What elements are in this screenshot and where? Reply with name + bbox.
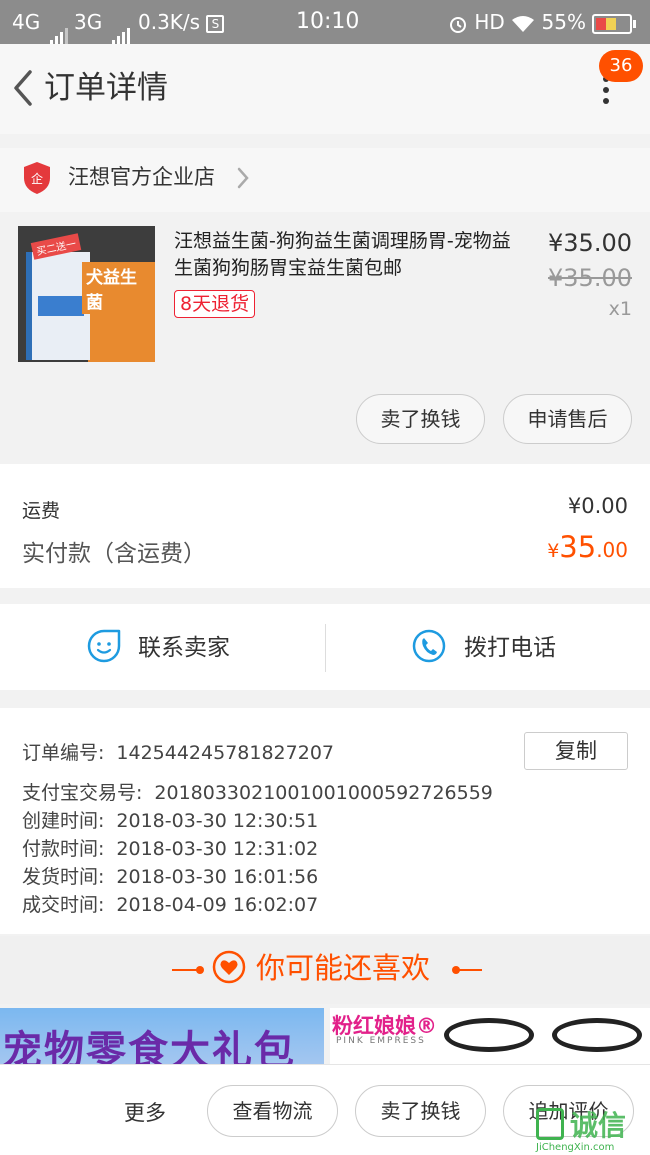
wifi-icon: [512, 15, 535, 32]
pet-snacks-text: 宠物零食大礼包: [2, 1028, 296, 1070]
necklace-image: [552, 1018, 642, 1052]
product-original-price: ¥35.00: [548, 264, 632, 292]
phone-icon: [412, 629, 446, 663]
status-bar: 4G 3G 0.3K/s S 10:10 HD 55%: [0, 0, 650, 46]
s-icon: S: [206, 14, 225, 33]
alipay-number-label: 支付宝交易号:: [22, 782, 143, 804]
chat-face-icon: [87, 629, 121, 663]
recommend-header: 你可能还喜欢: [0, 936, 650, 1004]
product-image[interactable]: 买二送一 犬益生菌: [18, 226, 155, 362]
product-price: ¥35.00: [548, 229, 632, 257]
paid-time-label: 付款时间:: [22, 838, 105, 860]
status-right: HD 55%: [448, 0, 637, 44]
alarm-icon: [450, 16, 466, 33]
paid-label: 实付款（含运费）: [22, 541, 206, 567]
hd-text: HD: [474, 10, 505, 34]
paid-amount: ¥35.00: [547, 530, 628, 564]
order-number-label: 订单编号:: [22, 742, 105, 764]
sell-for-cash-button[interactable]: 卖了换钱: [356, 394, 485, 444]
view-logistics-button[interactable]: 查看物流: [207, 1085, 338, 1137]
recommend-title: 你可能还喜欢: [256, 951, 431, 985]
back-arrow-icon[interactable]: [10, 68, 38, 108]
watermark: 诚信 JiChengXin.com: [530, 1100, 650, 1155]
product-image-label: 犬益生菌: [82, 262, 155, 314]
net-speed-text: 0.3K/s: [138, 10, 201, 34]
created-time-label: 创建时间:: [22, 810, 105, 832]
network-type-1: 4G: [12, 10, 41, 34]
notification-badge: 36: [599, 50, 643, 82]
product-name[interactable]: 汪想益生菌-狗狗益生菌调理肠胃-宠物益生菌狗狗肠胃宝益生菌包邮: [174, 228, 524, 282]
paid-currency: ¥: [547, 540, 560, 562]
brand-sub: PINK EMPRESS: [336, 1036, 426, 1046]
more-button[interactable]: 更多: [124, 1097, 166, 1127]
necklace-banner[interactable]: 粉红娘娘® PINK EMPRESS: [330, 1008, 650, 1070]
signal-4g: 4G: [12, 0, 70, 46]
call-button[interactable]: 拨打电话: [325, 604, 650, 690]
recommend-dot-left: [196, 966, 204, 974]
call-label: 拨打电话: [464, 635, 556, 661]
contact-seller-label: 联系卖家: [138, 635, 230, 661]
battery-icon: [592, 13, 637, 34]
page-title: 订单详情: [44, 70, 168, 106]
completed-time-value: 2018-04-09 16:02:07: [116, 894, 319, 916]
pet-snacks-banner[interactable]: 宠物零食大礼包: [0, 1008, 324, 1070]
fee-summary: 运费 ¥0.00 实付款（含运费） ¥35.00: [0, 464, 650, 588]
completed-time-label: 成交时间:: [22, 894, 105, 916]
product-card: 买二送一 犬益生菌 汪想益生菌-狗狗益生菌调理肠胃-宠物益生菌狗狗肠胃宝益生菌包…: [0, 214, 650, 462]
product-quantity: x1: [608, 298, 632, 320]
watermark-logo-icon: [536, 1108, 564, 1140]
page-header: 订单详情 36: [0, 44, 650, 134]
svg-text:企: 企: [31, 171, 43, 186]
watermark-text: 诚信: [570, 1109, 627, 1142]
shipped-time-row: 发货时间: 2018-03-30 16:01:56: [22, 862, 318, 889]
return-policy-tag: 8天退货: [174, 290, 256, 318]
created-time-value: 2018-03-30 12:30:51: [116, 810, 319, 832]
contact-seller-button[interactable]: 联系卖家: [0, 604, 325, 690]
copy-button[interactable]: 复制: [524, 732, 628, 770]
network-type-2: 3G: [74, 10, 103, 34]
paid-decimal: .00: [596, 538, 628, 562]
clock: 10:10: [296, 9, 360, 34]
signal-bars-icon: [49, 2, 70, 46]
after-sales-button[interactable]: 申请售后: [503, 394, 632, 444]
order-info: 订单编号: 142544245781827207 复制 支付宝交易号: 201803…: [0, 708, 650, 934]
paid-time-value: 2018-03-30 12:31:02: [116, 838, 319, 860]
paid-integer: 35: [559, 530, 597, 564]
net-speed: 0.3K/s S: [138, 0, 225, 44]
battery-percent: 55%: [541, 10, 586, 34]
shipping-value: ¥0.00: [567, 494, 628, 518]
order-number-value: 142544245781827207: [116, 742, 334, 764]
signal-3g: 3G: [74, 0, 132, 46]
chevron-right-icon: [237, 167, 249, 189]
necklace-image: [444, 1018, 534, 1052]
sell-for-cash-bottom-button[interactable]: 卖了换钱: [355, 1085, 486, 1137]
signal-bars-icon: [111, 2, 132, 46]
shop-row[interactable]: 企 汪想官方企业店: [0, 148, 650, 212]
recommend-line-left: [172, 969, 198, 971]
shipped-time-value: 2018-03-30 16:01:56: [116, 866, 319, 888]
shipped-time-label: 发货时间:: [22, 866, 105, 888]
created-time-row: 创建时间: 2018-03-30 12:30:51: [22, 806, 318, 833]
paid-time-row: 付款时间: 2018-03-30 12:31:02: [22, 834, 318, 861]
shipping-label: 运费: [22, 500, 61, 522]
recommend-line-right: [456, 969, 482, 971]
watermark-url: JiChengXin.com: [536, 1142, 615, 1153]
completed-time-row: 成交时间: 2018-04-09 16:02:07: [22, 890, 318, 917]
shop-name: 汪想官方企业店: [68, 165, 215, 189]
order-number-row: 订单编号: 142544245781827207: [22, 738, 334, 765]
shop-shield-icon: 企: [24, 162, 50, 194]
alipay-number-value: 2018033021001001000592726559: [154, 782, 493, 804]
contact-bar: 联系卖家 拨打电话: [0, 604, 650, 690]
heart-icon: [212, 950, 246, 984]
alipay-number-row: 支付宝交易号: 2018033021001001000592726559: [22, 778, 493, 805]
